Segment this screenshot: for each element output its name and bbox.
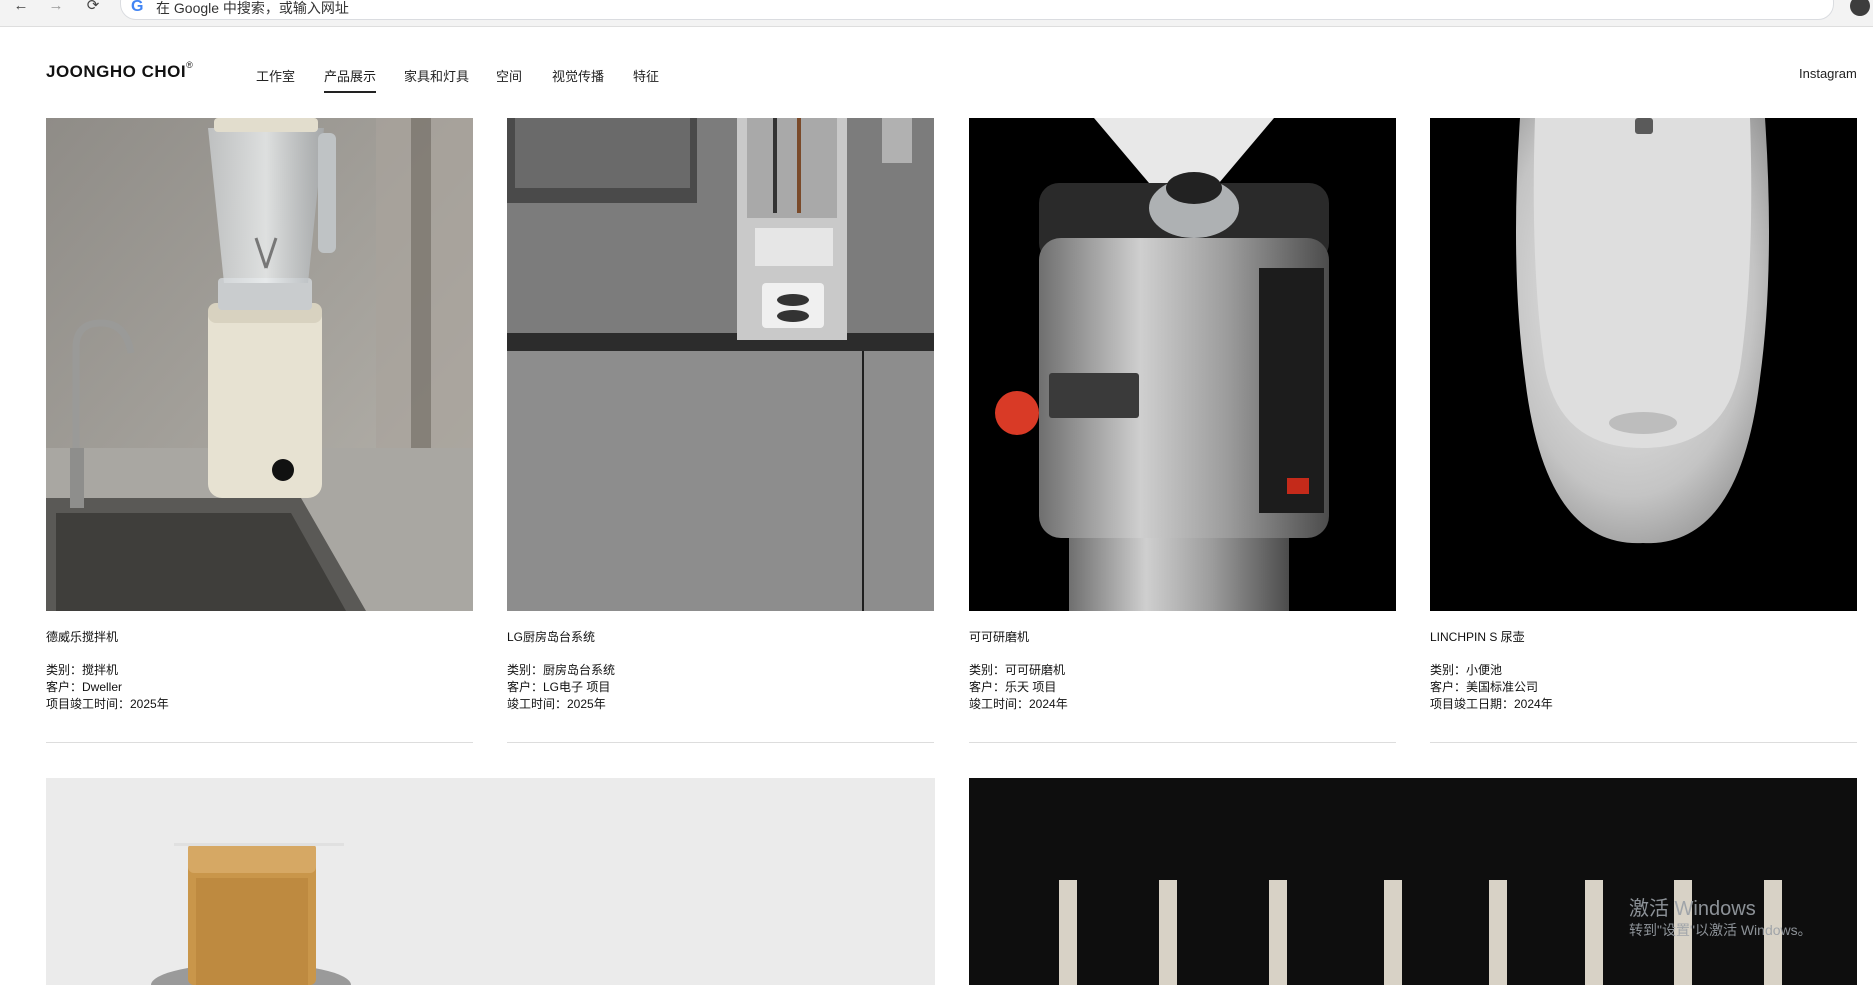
product-category: 类别：厨房岛台系统 [507,663,616,677]
pillars-illustration [969,778,1857,985]
product-image-fragrance[interactable] [46,778,935,985]
product-completion: 项目竣工时间：2025年 [46,697,169,711]
product-meta: 类别：搅拌机 客户：Dweller 项目竣工时间：2025年 [46,662,169,713]
fragrance-illustration [46,778,935,985]
product-completion: 竣工时间：2024年 [969,697,1068,711]
address-bar[interactable]: G 在 Google 中搜索，或输入网址 [120,0,1834,20]
product-meta: 类别：小便池 客户：美国标准公司 项目竣工日期：2024年 [1430,662,1553,713]
product-image-pillars[interactable] [969,778,1857,985]
card-divider [1430,742,1857,743]
card-divider [46,742,473,743]
product-title[interactable]: 德威乐搅拌机 [46,628,118,645]
card-divider [507,742,934,743]
kitchen-island-illustration [507,118,934,611]
product-category: 类别：搅拌机 [46,663,119,677]
watermark-title: 激活 Windows [1629,898,1756,920]
product-image-blender[interactable] [46,118,473,611]
nav-item-visual-communication[interactable]: 视觉传播 [552,66,604,85]
card-divider [969,742,1396,743]
nav-item-features[interactable]: 特征 [633,66,659,85]
address-bar-placeholder: 在 Google 中搜索，或输入网址 [156,0,349,16]
reload-icon[interactable]: ⟳ [80,0,106,16]
instagram-link[interactable]: Instagram [1799,66,1857,81]
browser-toolbar: ← → ⟳ G 在 Google 中搜索，或输入网址 [0,0,1873,27]
product-meta: 类别：可可研磨机 客户：乐天 项目 竣工时间：2024年 [969,662,1068,713]
product-category: 类别：可可研磨机 [969,663,1066,677]
product-image-cocoa-grinder[interactable] [969,118,1396,611]
product-client: 客户：LG电子 项目 [507,680,611,694]
forward-arrow-icon[interactable]: → [43,0,69,16]
product-title[interactable]: 可可研磨机 [969,628,1029,645]
product-title[interactable]: LG厨房岛台系统 [507,628,595,645]
product-completion: 项目竣工日期：2024年 [1430,697,1553,711]
product-category: 类别：小便池 [1430,663,1503,677]
nav-item-furniture-lighting[interactable]: 家具和灯具 [404,66,469,85]
profile-avatar[interactable] [1850,0,1870,16]
product-client: 客户：美国标准公司 [1430,680,1539,694]
product-client: 客户：乐天 项目 [969,680,1057,694]
logo-text: JOONGHO CHOI [46,62,187,81]
windows-activation-watermark: 激活 Windows 转到"设置"以激活 Windows。 [1629,897,1812,939]
product-title[interactable]: LINCHPIN S 尿壶 [1430,628,1525,645]
registered-mark: ® [186,60,194,70]
nav-item-space[interactable]: 空间 [496,66,522,85]
google-icon: G [131,0,144,15]
urinal-illustration [1430,118,1857,611]
site-logo[interactable]: JOONGHO CHOI® [46,60,194,82]
blender-illustration [46,118,473,611]
product-meta: 类别：厨房岛台系统 客户：LG电子 项目 竣工时间：2025年 [507,662,615,713]
product-image-lg-kitchen[interactable] [507,118,934,611]
back-arrow-icon[interactable]: ← [8,0,34,16]
nav-item-products[interactable]: 产品展示 [324,66,377,93]
product-client: 客户：Dweller [46,680,123,694]
grinder-illustration [969,118,1396,611]
product-image-urinal[interactable] [1430,118,1857,611]
product-completion: 竣工时间：2025年 [507,697,606,711]
watermark-subtitle: 转到"设置"以激活 Windows。 [1629,922,1812,938]
nav-item-studio[interactable]: 工作室 [256,66,295,85]
